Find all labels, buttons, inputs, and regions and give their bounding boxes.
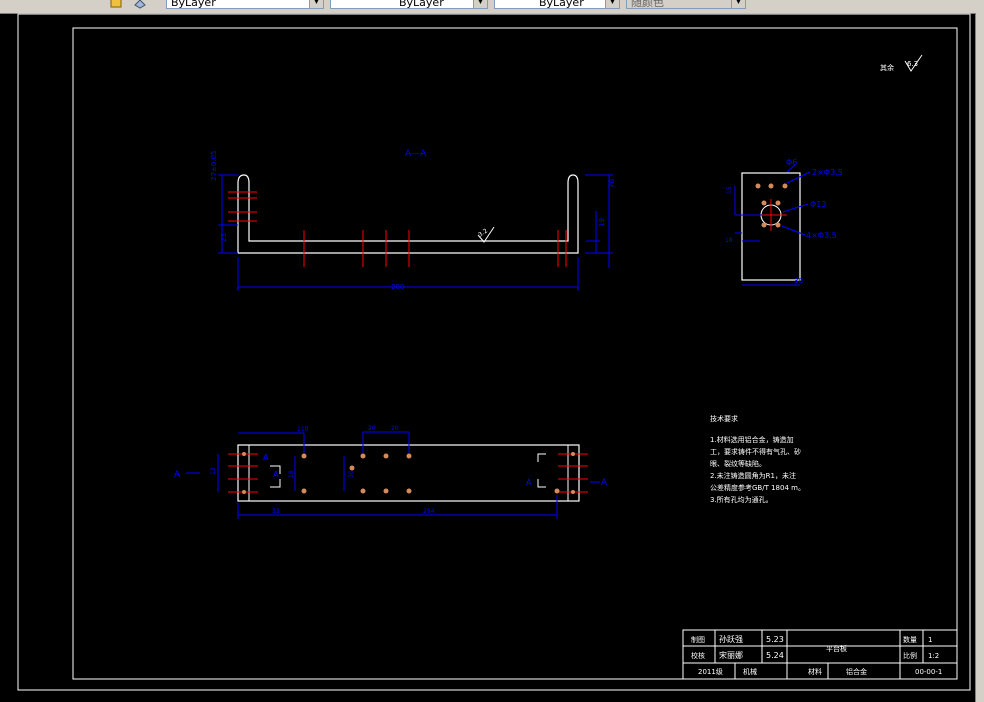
tech-req-line: 工，要求铸件不得有气孔、砂 [710,447,801,456]
layer-manager-icon[interactable] [133,0,147,9]
tb-qty-value: 1 [928,636,932,644]
phi6: Φ6 [786,158,797,167]
tech-req-line: 1.材料选用铝合金，铸造加 [710,435,794,444]
top-centerlines [228,453,588,493]
dim-32: 32 [272,508,280,515]
tb-material-value: 铝合金 [846,667,867,676]
roughness-rest-label: 其余 [880,63,894,72]
section-mark-left-upper: A [263,453,269,462]
inner-frame [72,27,958,680]
side-dim-top: 15 [726,186,733,194]
color-combo-value: ByLayer [171,0,216,9]
section-mark-left-inner: A [273,470,279,479]
dim-thickness: 27±0.05 [210,151,218,181]
tb-major: 机械 [743,667,757,676]
tb-check-name: 宋丽娜 [719,650,743,660]
tech-req-line: 2.未注铸造圆角为R1，未注 [710,471,796,480]
tech-req-line: 公差精度参考GB/T 1804 m。 [710,483,805,492]
tb-scale-label: 比例 [903,651,917,660]
color-combo[interactable]: ByLayer ▼ [166,0,324,9]
dim-right-inner: 19 [598,218,606,227]
section-mark-right: A [601,478,608,488]
phi13: Φ13 [810,200,826,209]
dim-12: 12 [210,467,217,475]
dim-vert: 23 [220,233,228,242]
tech-req-line: 3.所有孔均为通孔。 [710,495,773,504]
outer-frame [17,13,971,691]
side-dim-left: 18 [725,237,733,244]
dropdown-arrow-icon[interactable]: ▼ [731,0,745,8]
tb-drawing-no: 00-00-1 [915,668,942,676]
dim-30: 30 [348,470,355,478]
dim-110: 110 [297,426,309,433]
window-edge [975,13,984,702]
properties-toolbar: ByLayer ▼ ByLayer ▼ ByLayer ▼ 随颜色 ▼ [0,0,984,14]
linetype-combo-value: ByLayer [399,0,444,9]
dim-20a: 20 [368,425,376,432]
tb-class: 2011级 [698,667,723,676]
side-dim-width: 30 [794,277,803,285]
front-view: 200 27±0.05 23 70 19 3.2 [210,151,616,291]
section-cut-marks [270,453,546,488]
u-profile-outline [237,174,579,254]
tb-scale-value: 1:2 [928,652,939,660]
linetype-combo[interactable]: ByLayer ▼ [330,0,488,9]
dropdown-arrow-icon[interactable]: ▼ [309,0,323,8]
tb-draw-date: 5.23 [766,635,784,644]
tech-req-title: 技术要求 [710,414,738,423]
plotstyle-combo-value: 随颜色 [631,0,664,9]
plotstyle-combo[interactable]: 随颜色 ▼ [626,0,746,9]
top-view: 110 20 20 32 254 30 18 12 A A A A A [174,425,608,519]
lineweight-combo[interactable]: ByLayer ▼ [494,0,620,9]
section-mark-right-inner: A [526,478,532,487]
side-view: Φ6 2×Φ3.5 Φ13 4×Φ3.5 15 18 30 [725,158,843,286]
tech-req-line: 眼、裂纹等缺陷。 [710,459,766,468]
section-label: A—A [405,149,427,159]
tb-qty-label: 数量 [903,635,917,644]
dim-right-height: 70 [608,179,616,188]
tb-draw-label: 制图 [691,635,705,644]
dim-20b: 20 [391,425,399,432]
lineweight-combo-value: ByLayer [539,0,584,9]
tb-check-label: 校核 [691,651,705,660]
dropdown-arrow-icon[interactable]: ▼ [605,0,619,8]
dim-length: 200 [391,283,404,291]
dropdown-arrow-icon[interactable]: ▼ [473,0,487,8]
drawing-canvas[interactable]: 其余 6.3 A—A 200 27±0.05 23 70 19 3.2 Φ6 2… [0,13,976,702]
front-dimensions [218,174,613,291]
dim-254: 254 [423,508,435,515]
dim-18: 18 [288,470,295,478]
section-mark-left: A [174,470,181,480]
tb-material-label: 材料 [808,667,822,676]
layer-state-icon[interactable] [110,0,124,9]
holes-small: 2×Φ3.5 [812,168,843,177]
holes-small-4: 4×Φ3.5 [806,231,837,240]
tb-part-name: 平台板 [826,644,847,653]
tech-requirements: 技术要求 1.材料选用铝合金，铸造加 工，要求铸件不得有气孔、砂 眼、裂纹等缺陷… [710,414,805,504]
title-block: 制图 孙跃强 5.23 校核 宋丽娜 5.24 平台板 数量 1 比例 1:2 … [682,629,958,680]
tb-draw-name: 孙跃强 [719,634,743,644]
centerlines [228,191,567,267]
tb-check-date: 5.24 [766,651,784,660]
